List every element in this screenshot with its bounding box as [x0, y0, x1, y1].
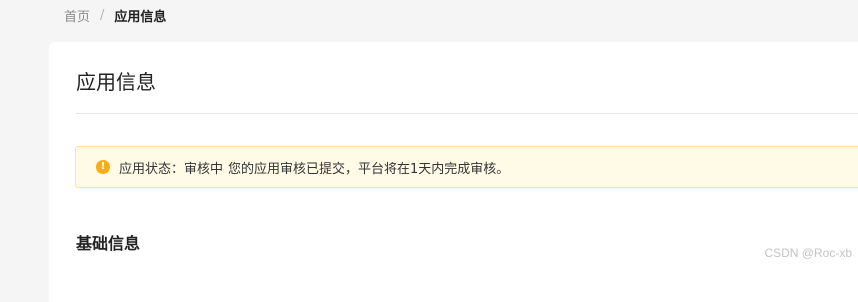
status-label: 应用状态：审核中	[119, 161, 224, 177]
breadcrumb-separator: /	[100, 7, 105, 23]
breadcrumb-home-link[interactable]: 首页	[64, 6, 90, 25]
section-title-basic-info: 基础信息	[76, 234, 141, 253]
status-alert: ! 应用状态：审核中 您的应用审核已提交，平台将在1天内完成审核。	[75, 146, 858, 188]
status-message: 您的应用审核已提交，平台将在1天内完成审核。	[228, 161, 510, 177]
watermark: CSDN @Roc-xb	[764, 246, 852, 260]
breadcrumb: 首页 / 应用信息	[64, 5, 166, 25]
title-divider	[76, 113, 858, 114]
page-title: 应用信息	[76, 70, 156, 94]
warning-circle-icon: !	[96, 160, 110, 174]
breadcrumb-current: 应用信息	[114, 9, 167, 25]
content-card: 应用信息 ! 应用状态：审核中 您的应用审核已提交，平台将在1天内完成审核。 基…	[49, 42, 858, 302]
